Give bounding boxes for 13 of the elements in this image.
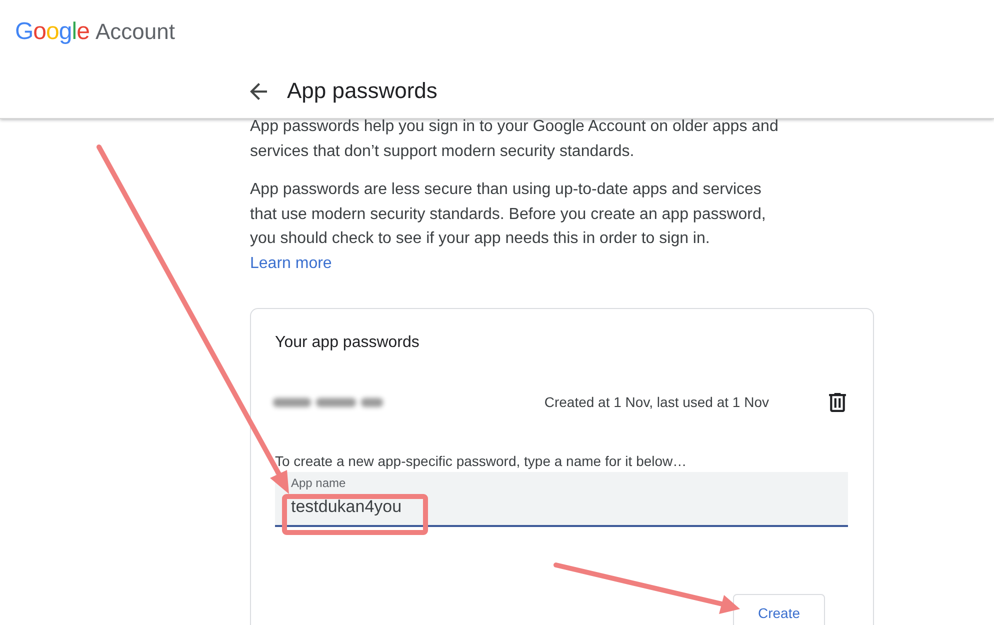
app-name-field[interactable]: App name testdukan4you: [275, 472, 848, 527]
back-arrow-icon[interactable]: [250, 82, 267, 100]
trash-icon[interactable]: [829, 392, 846, 412]
page-title: App passwords: [287, 78, 438, 104]
learn-more-link[interactable]: Learn more: [250, 252, 332, 276]
product-name: Account: [95, 21, 175, 43]
usage-text: Created at 1 Nov, last used at 1 Nov: [544, 394, 769, 410]
card-title: Your app passwords: [275, 333, 420, 353]
logo-wordmark[interactable]: Google: [15, 20, 90, 44]
create-button[interactable]: Create: [733, 594, 825, 625]
intro-paragraph: App passwords help you sign in to your Google Account on older apps and services that don’t support modern security standards.: [250, 117, 780, 162]
instruction-text: To create a new app-specific password, type a name for it below…: [275, 452, 688, 471]
intro-paragraph: App passwords are less secure than using up-to-date apps and services that use modern security standards. Before you create an app password, you should check to see if your app needs this in order to sign in.: [250, 180, 767, 249]
